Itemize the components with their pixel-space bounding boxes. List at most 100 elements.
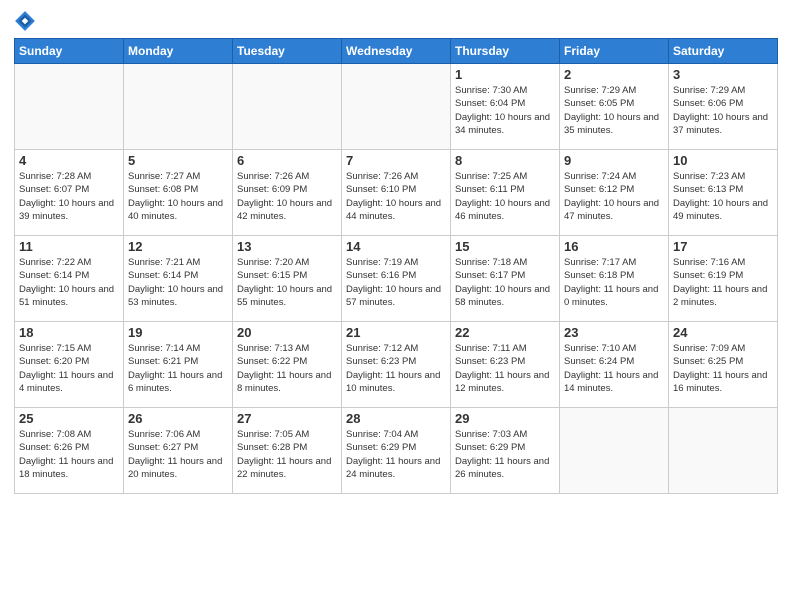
calendar-cell: 17 Sunrise: 7:16 AM Sunset: 6:19 PM Dayli… — [669, 236, 778, 322]
calendar-week: 18 Sunrise: 7:15 AM Sunset: 6:20 PM Dayli… — [15, 322, 778, 408]
header-day: Sunday — [15, 39, 124, 64]
header-day: Monday — [124, 39, 233, 64]
calendar-week: 4Sunrise: 7:28 AM Sunset: 6:07 PM Daylig… — [15, 150, 778, 236]
calendar-cell — [233, 64, 342, 150]
day-number: 27 — [237, 411, 337, 426]
day-info: Sunrise: 7:11 AM Sunset: 6:23 PM Dayligh… — [455, 342, 555, 395]
calendar-cell: 13Sunrise: 7:20 AM Sunset: 6:15 PM Dayli… — [233, 236, 342, 322]
day-number: 8 — [455, 153, 555, 168]
day-info: Sunrise: 7:23 AM Sunset: 6:13 PM Dayligh… — [673, 170, 773, 223]
day-info: Sunrise: 7:29 AM Sunset: 6:06 PM Dayligh… — [673, 84, 773, 137]
calendar-cell — [560, 408, 669, 494]
day-number: 16 — [564, 239, 664, 254]
day-info: Sunrise: 7:21 AM Sunset: 6:14 PM Dayligh… — [128, 256, 228, 309]
calendar-cell — [124, 64, 233, 150]
calendar-week: 11 Sunrise: 7:22 AM Sunset: 6:14 PM Dayli… — [15, 236, 778, 322]
day-info: Sunrise: 7:06 AM Sunset: 6:27 PM Dayligh… — [128, 428, 228, 481]
day-number: 6 — [237, 153, 337, 168]
calendar: SundayMondayTuesdayWednesdayThursdayFrid… — [14, 38, 778, 494]
calendar-cell: 19 Sunrise: 7:14 AM Sunset: 6:21 PM Dayli… — [124, 322, 233, 408]
day-info: Sunrise: 7:14 AM Sunset: 6:21 PM Dayligh… — [128, 342, 228, 395]
day-number: 20 — [237, 325, 337, 340]
day-number: 9 — [564, 153, 664, 168]
day-number: 26 — [128, 411, 228, 426]
calendar-header: SundayMondayTuesdayWednesdayThursdayFrid… — [15, 39, 778, 64]
calendar-cell: 11 Sunrise: 7:22 AM Sunset: 6:14 PM Dayli… — [15, 236, 124, 322]
calendar-cell: 26 Sunrise: 7:06 AM Sunset: 6:27 PM Dayli… — [124, 408, 233, 494]
day-number: 10 — [673, 153, 773, 168]
calendar-cell: 9 Sunrise: 7:24 AM Sunset: 6:12 PM Daylig… — [560, 150, 669, 236]
day-number: 5 — [128, 153, 228, 168]
day-number: 29 — [455, 411, 555, 426]
day-info: Sunrise: 7:03 AM Sunset: 6:29 PM Dayligh… — [455, 428, 555, 481]
day-info: Sunrise: 7:26 AM Sunset: 6:09 PM Dayligh… — [237, 170, 337, 223]
calendar-cell: 2 Sunrise: 7:29 AM Sunset: 6:05 PM Daylig… — [560, 64, 669, 150]
header-day: Friday — [560, 39, 669, 64]
day-number: 28 — [346, 411, 446, 426]
day-info: Sunrise: 7:10 AM Sunset: 6:24 PM Dayligh… — [564, 342, 664, 395]
day-number: 12 — [128, 239, 228, 254]
calendar-cell: 5 Sunrise: 7:27 AM Sunset: 6:08 PM Daylig… — [124, 150, 233, 236]
page-container: SundayMondayTuesdayWednesdayThursdayFrid… — [0, 0, 792, 612]
day-info: Sunrise: 7:28 AM Sunset: 6:07 PM Dayligh… — [19, 170, 119, 223]
calendar-cell: 28 Sunrise: 7:04 AM Sunset: 6:29 PM Dayli… — [342, 408, 451, 494]
header-day: Tuesday — [233, 39, 342, 64]
day-info: Sunrise: 7:09 AM Sunset: 6:25 PM Dayligh… — [673, 342, 773, 395]
day-info: Sunrise: 7:16 AM Sunset: 6:19 PM Dayligh… — [673, 256, 773, 309]
calendar-cell: 14 Sunrise: 7:19 AM Sunset: 6:16 PM Dayli… — [342, 236, 451, 322]
calendar-week: 1Sunrise: 7:30 AM Sunset: 6:04 PM Daylig… — [15, 64, 778, 150]
calendar-cell: 27 Sunrise: 7:05 AM Sunset: 6:28 PM Dayli… — [233, 408, 342, 494]
calendar-cell: 3 Sunrise: 7:29 AM Sunset: 6:06 PM Daylig… — [669, 64, 778, 150]
calendar-cell: 16 Sunrise: 7:17 AM Sunset: 6:18 PM Dayli… — [560, 236, 669, 322]
header — [14, 10, 778, 32]
calendar-cell — [669, 408, 778, 494]
calendar-cell: 8 Sunrise: 7:25 AM Sunset: 6:11 PM Daylig… — [451, 150, 560, 236]
calendar-cell: 7Sunrise: 7:26 AM Sunset: 6:10 PM Daylig… — [342, 150, 451, 236]
day-info: Sunrise: 7:19 AM Sunset: 6:16 PM Dayligh… — [346, 256, 446, 309]
day-info: Sunrise: 7:24 AM Sunset: 6:12 PM Dayligh… — [564, 170, 664, 223]
calendar-cell: 1Sunrise: 7:30 AM Sunset: 6:04 PM Daylig… — [451, 64, 560, 150]
logo — [14, 10, 40, 32]
calendar-cell — [15, 64, 124, 150]
day-number: 19 — [128, 325, 228, 340]
day-info: Sunrise: 7:05 AM Sunset: 6:28 PM Dayligh… — [237, 428, 337, 481]
calendar-cell: 29 Sunrise: 7:03 AM Sunset: 6:29 PM Dayli… — [451, 408, 560, 494]
calendar-cell: 6 Sunrise: 7:26 AM Sunset: 6:09 PM Daylig… — [233, 150, 342, 236]
day-info: Sunrise: 7:22 AM Sunset: 6:14 PM Dayligh… — [19, 256, 119, 309]
day-number: 11 — [19, 239, 119, 254]
day-number: 18 — [19, 325, 119, 340]
day-info: Sunrise: 7:25 AM Sunset: 6:11 PM Dayligh… — [455, 170, 555, 223]
header-row: SundayMondayTuesdayWednesdayThursdayFrid… — [15, 39, 778, 64]
day-info: Sunrise: 7:08 AM Sunset: 6:26 PM Dayligh… — [19, 428, 119, 481]
day-number: 22 — [455, 325, 555, 340]
calendar-cell: 12 Sunrise: 7:21 AM Sunset: 6:14 PM Dayli… — [124, 236, 233, 322]
day-number: 23 — [564, 325, 664, 340]
day-info: Sunrise: 7:27 AM Sunset: 6:08 PM Dayligh… — [128, 170, 228, 223]
calendar-cell: 18 Sunrise: 7:15 AM Sunset: 6:20 PM Dayli… — [15, 322, 124, 408]
calendar-body: 1Sunrise: 7:30 AM Sunset: 6:04 PM Daylig… — [15, 64, 778, 494]
day-info: Sunrise: 7:29 AM Sunset: 6:05 PM Dayligh… — [564, 84, 664, 137]
day-number: 14 — [346, 239, 446, 254]
day-number: 15 — [455, 239, 555, 254]
day-info: Sunrise: 7:17 AM Sunset: 6:18 PM Dayligh… — [564, 256, 664, 309]
day-info: Sunrise: 7:15 AM Sunset: 6:20 PM Dayligh… — [19, 342, 119, 395]
day-number: 7 — [346, 153, 446, 168]
day-number: 25 — [19, 411, 119, 426]
day-number: 17 — [673, 239, 773, 254]
calendar-cell: 23 Sunrise: 7:10 AM Sunset: 6:24 PM Dayli… — [560, 322, 669, 408]
day-number: 21 — [346, 325, 446, 340]
day-number: 13 — [237, 239, 337, 254]
day-number: 24 — [673, 325, 773, 340]
day-number: 2 — [564, 67, 664, 82]
day-number: 3 — [673, 67, 773, 82]
calendar-cell: 25 Sunrise: 7:08 AM Sunset: 6:26 PM Dayli… — [15, 408, 124, 494]
calendar-cell: 20 Sunrise: 7:13 AM Sunset: 6:22 PM Dayli… — [233, 322, 342, 408]
logo-icon — [14, 10, 36, 32]
header-day: Saturday — [669, 39, 778, 64]
header-day: Wednesday — [342, 39, 451, 64]
day-info: Sunrise: 7:13 AM Sunset: 6:22 PM Dayligh… — [237, 342, 337, 395]
day-info: Sunrise: 7:04 AM Sunset: 6:29 PM Dayligh… — [346, 428, 446, 481]
calendar-cell — [342, 64, 451, 150]
calendar-week: 25 Sunrise: 7:08 AM Sunset: 6:26 PM Dayli… — [15, 408, 778, 494]
day-number: 1 — [455, 67, 555, 82]
